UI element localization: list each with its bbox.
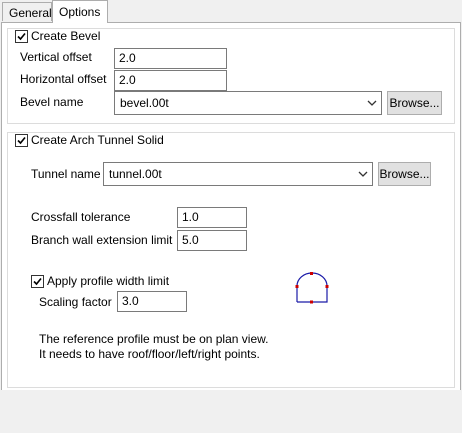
bevel-browse-button[interactable]: Browse... — [387, 91, 442, 115]
branch-extension-field[interactable]: 5.0 — [177, 230, 247, 251]
scaling-factor-label: Scaling factor — [39, 295, 112, 309]
apply-width-label: Apply profile width limit — [47, 274, 170, 288]
tunnel-name-combo[interactable]: tunnel.00t — [103, 162, 373, 186]
tab-options[interactable]: Options — [52, 0, 108, 23]
horizontal-offset-label: Horizontal offset — [20, 72, 107, 86]
horizontal-offset-field[interactable]: 2.0 — [114, 70, 227, 91]
create-bevel-label: Create Bevel — [31, 29, 101, 43]
checkmark-icon — [33, 277, 42, 286]
tab-general[interactable]: General — [2, 2, 52, 21]
tunnel-name-value: tunnel.00t — [109, 167, 162, 181]
chevron-down-icon — [358, 171, 368, 177]
bevel-name-value: bevel.00t — [120, 96, 169, 110]
arch-profile-icon — [295, 272, 329, 304]
tab-bar: General Options — [0, 0, 462, 23]
bevel-name-label: Bevel name — [20, 95, 84, 109]
apply-width-checkbox[interactable] — [31, 275, 44, 288]
checkmark-icon — [17, 136, 26, 145]
branch-extension-label: Branch wall extension limit — [31, 233, 173, 247]
tunnel-group: Create Arch Tunnel Solid Tunnel name tun… — [7, 132, 455, 388]
crossfall-label: Crossfall tolerance — [31, 210, 131, 224]
reference-profile-note-line1: The reference profile must be on plan vi… — [39, 332, 269, 346]
vertical-offset-label: Vertical offset — [20, 50, 92, 64]
create-tunnel-label: Create Arch Tunnel Solid — [31, 133, 164, 147]
reference-profile-note-line2: It needs to have roof/floor/left/right p… — [39, 347, 260, 361]
chevron-down-icon — [367, 100, 377, 106]
scaling-factor-field[interactable]: 3.0 — [117, 291, 187, 312]
tunnel-browse-button[interactable]: Browse... — [378, 162, 431, 186]
bottom-strip — [1, 390, 461, 431]
tunnel-name-label: Tunnel name — [31, 167, 101, 181]
crossfall-field[interactable]: 1.0 — [177, 207, 247, 228]
bevel-name-combo[interactable]: bevel.00t — [114, 91, 382, 115]
create-tunnel-checkbox[interactable] — [15, 134, 28, 147]
create-bevel-checkbox[interactable] — [15, 30, 28, 43]
bevel-group: Create Bevel Vertical offset 2.0 Horizon… — [7, 28, 455, 124]
checkmark-icon — [17, 32, 26, 41]
vertical-offset-field[interactable]: 2.0 — [114, 48, 227, 69]
